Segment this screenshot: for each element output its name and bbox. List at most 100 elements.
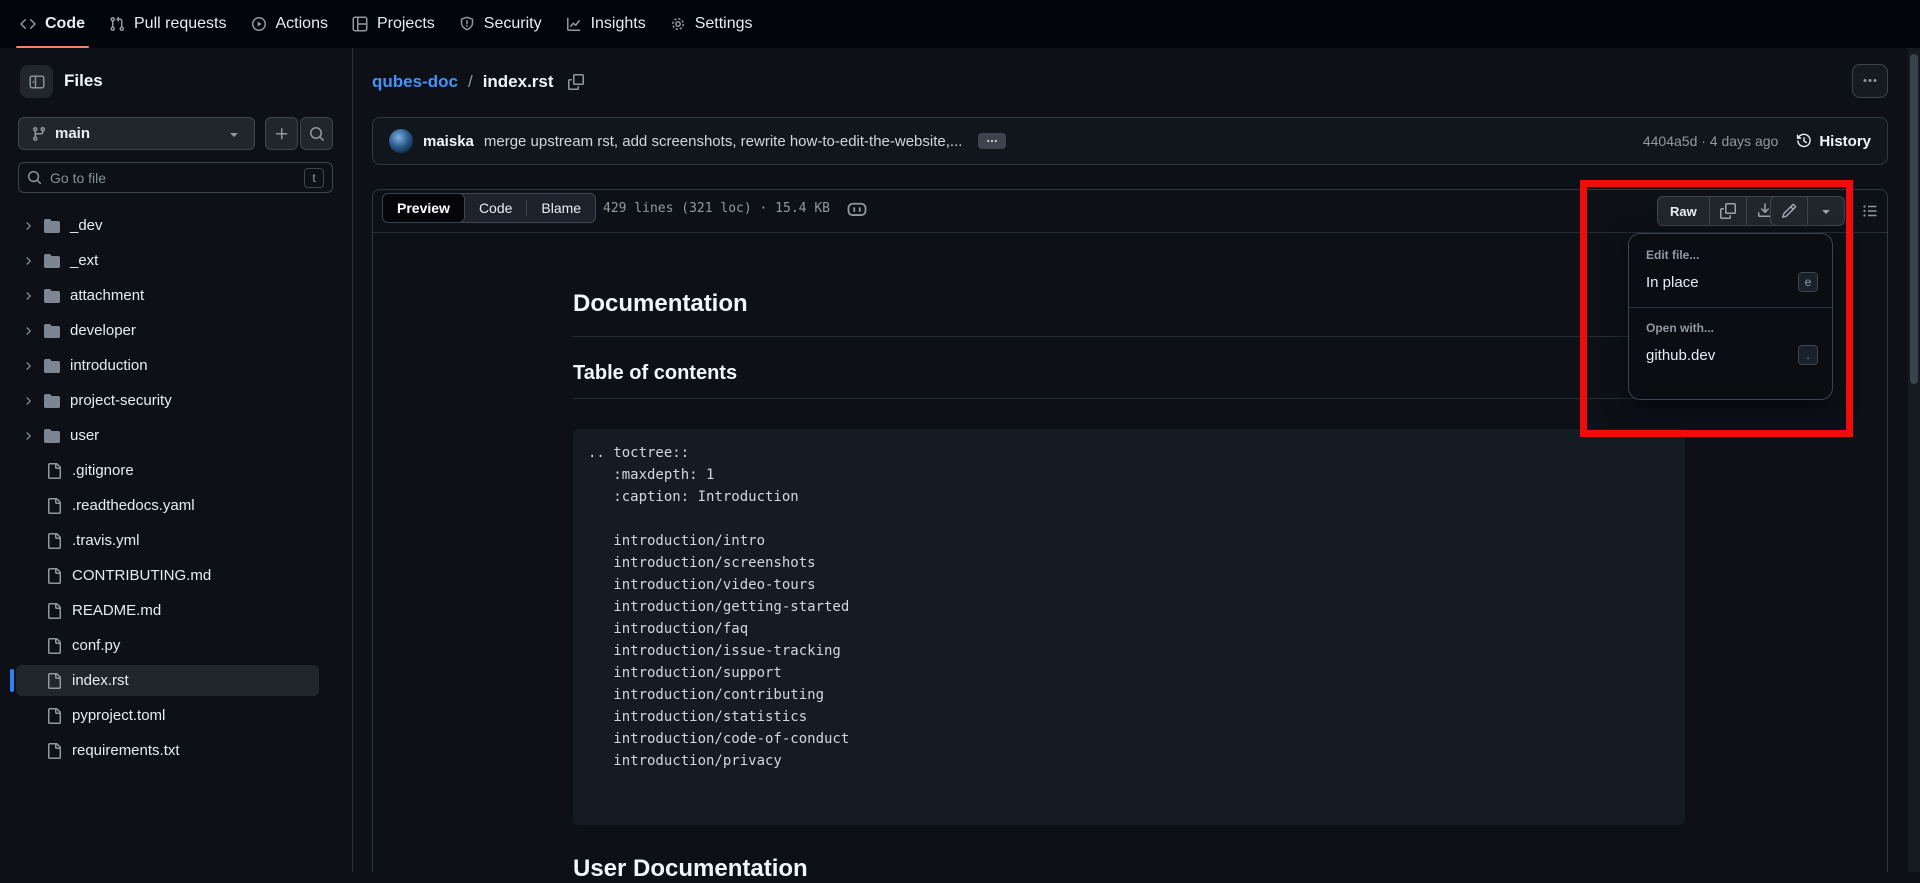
tree-item-label: _ext xyxy=(70,252,98,269)
raw-button[interactable]: Raw xyxy=(1658,197,1709,225)
tree-item-file[interactable]: pyproject.toml xyxy=(0,698,352,733)
tree-item-folder[interactable]: user xyxy=(0,418,352,453)
tab-pull-requests[interactable]: Pull requests xyxy=(97,0,239,48)
history-label: History xyxy=(1819,133,1871,150)
file-icon xyxy=(46,463,62,479)
branch-selector[interactable]: main xyxy=(18,117,255,150)
shortcut-key-e: e xyxy=(1798,272,1818,292)
history-button[interactable]: History xyxy=(1796,133,1871,150)
tree-item-label: introduction xyxy=(70,357,148,374)
tab-actions[interactable]: Actions xyxy=(239,0,340,48)
file-icon xyxy=(46,568,62,584)
file-icon xyxy=(46,743,62,759)
files-panel-title: Files xyxy=(64,71,103,91)
menu-item-label: In place xyxy=(1646,274,1699,291)
goto-file-input[interactable] xyxy=(50,170,296,186)
folder-icon xyxy=(44,218,60,234)
edit-button-group xyxy=(1770,196,1845,226)
tab-projects[interactable]: Projects xyxy=(340,0,447,48)
tab-code-label: Code xyxy=(45,15,85,33)
more-options-button[interactable] xyxy=(1852,64,1888,98)
tab-insights[interactable]: Insights xyxy=(554,0,658,48)
avatar[interactable] xyxy=(389,129,413,153)
menu-item-github-dev[interactable]: github.dev . xyxy=(1629,339,1832,371)
graph-icon xyxy=(566,16,582,32)
tab-pull-requests-label: Pull requests xyxy=(134,15,227,33)
tree-item-label: _dev xyxy=(70,217,103,234)
breadcrumb: qubes-doc / index.rst xyxy=(372,66,584,98)
tree-item-file[interactable]: requirements.txt xyxy=(0,733,352,768)
file-stats: 429 lines (321 loc) · 15.4 KB xyxy=(603,201,830,216)
chevron-right-icon xyxy=(22,430,34,442)
tree-item-folder[interactable]: introduction xyxy=(0,348,352,383)
collapse-sidebar-button[interactable] xyxy=(20,65,53,98)
tree-item-label: .gitignore xyxy=(72,462,134,479)
edit-dropdown-button[interactable] xyxy=(1808,197,1844,225)
sidebar-panel-icon xyxy=(29,74,45,90)
doc-heading-toc: Table of contents xyxy=(573,362,737,385)
edit-file-button[interactable] xyxy=(1771,197,1807,225)
shortcut-key-dot: . xyxy=(1798,345,1818,365)
file-icon xyxy=(46,498,62,514)
tab-settings-label: Settings xyxy=(695,15,753,33)
tree-item-file[interactable]: CONTRIBUTING.md xyxy=(0,558,352,593)
pencil-icon xyxy=(1781,203,1797,219)
sidebar-divider xyxy=(352,48,353,872)
breadcrumb-repo-link[interactable]: qubes-doc xyxy=(372,72,458,92)
commit-message[interactable]: merge upstream rst, add screenshots, rew… xyxy=(484,133,963,150)
commit-author[interactable]: maiska xyxy=(423,133,474,150)
search-tree-button[interactable] xyxy=(300,117,333,150)
shield-icon xyxy=(459,16,475,32)
scrollbar-thumb[interactable] xyxy=(1910,54,1918,384)
copilot-icon[interactable] xyxy=(846,198,868,220)
tree-item-label: requirements.txt xyxy=(72,742,180,759)
tree-item-file-selected[interactable]: index.rst xyxy=(0,663,352,698)
tree-item-label: .readthedocs.yaml xyxy=(72,497,195,514)
commit-sha-and-time[interactable]: 4404a5d · 4 days ago xyxy=(1643,133,1778,149)
tab-security[interactable]: Security xyxy=(447,0,554,48)
tree-item-label: project-security xyxy=(70,392,172,409)
tree-item-folder[interactable]: _dev xyxy=(0,208,352,243)
copy-raw-button[interactable] xyxy=(1710,197,1746,225)
tree-item-folder[interactable]: developer xyxy=(0,313,352,348)
file-icon xyxy=(46,638,62,654)
tree-item-file[interactable]: conf.py xyxy=(0,628,352,663)
search-icon xyxy=(309,126,325,142)
tree-item-label: conf.py xyxy=(72,637,120,654)
tree-item-file[interactable]: README.md xyxy=(0,593,352,628)
tree-item-folder[interactable]: _ext xyxy=(0,243,352,278)
tree-item-folder[interactable]: project-security xyxy=(0,383,352,418)
expand-commit-message-button[interactable] xyxy=(978,133,1006,149)
add-file-button[interactable] xyxy=(265,117,298,150)
toctree-code-block: .. toctree:: :maxdepth: 1 :caption: Intr… xyxy=(573,429,1685,825)
folder-icon xyxy=(44,253,60,269)
copy-path-icon[interactable] xyxy=(568,74,584,90)
file-icon xyxy=(46,533,62,549)
chevron-right-icon xyxy=(22,360,34,372)
breadcrumb-separator: / xyxy=(468,72,473,92)
tree-item-file[interactable]: .gitignore xyxy=(0,453,352,488)
tab-preview[interactable]: Preview xyxy=(382,193,465,223)
file-icon xyxy=(46,603,62,619)
code-line: introduction/intro xyxy=(588,530,1670,552)
outline-button[interactable] xyxy=(1856,198,1884,224)
branch-name: main xyxy=(55,125,90,142)
tab-insights-label: Insights xyxy=(591,15,646,33)
chevron-right-icon xyxy=(22,395,34,407)
code-line: .. toctree:: xyxy=(588,442,1670,464)
tree-item-folder[interactable]: attachment xyxy=(0,278,352,313)
goto-file-box[interactable]: t xyxy=(18,162,333,193)
tree-item-file[interactable]: .readthedocs.yaml xyxy=(0,488,352,523)
folder-icon xyxy=(44,428,60,444)
tab-code-view[interactable]: Code xyxy=(465,194,526,222)
tab-code[interactable]: Code xyxy=(8,0,97,48)
tab-blame[interactable]: Blame xyxy=(527,194,595,222)
table-icon xyxy=(352,16,368,32)
file-view-tabs: Preview Code Blame xyxy=(382,193,596,223)
tree-item-file[interactable]: .travis.yml xyxy=(0,523,352,558)
tab-settings[interactable]: Settings xyxy=(658,0,765,48)
folder-icon xyxy=(44,288,60,304)
pull-request-icon xyxy=(109,16,125,32)
code-line: introduction/support xyxy=(588,662,1670,684)
menu-item-in-place[interactable]: In place e xyxy=(1629,266,1832,298)
